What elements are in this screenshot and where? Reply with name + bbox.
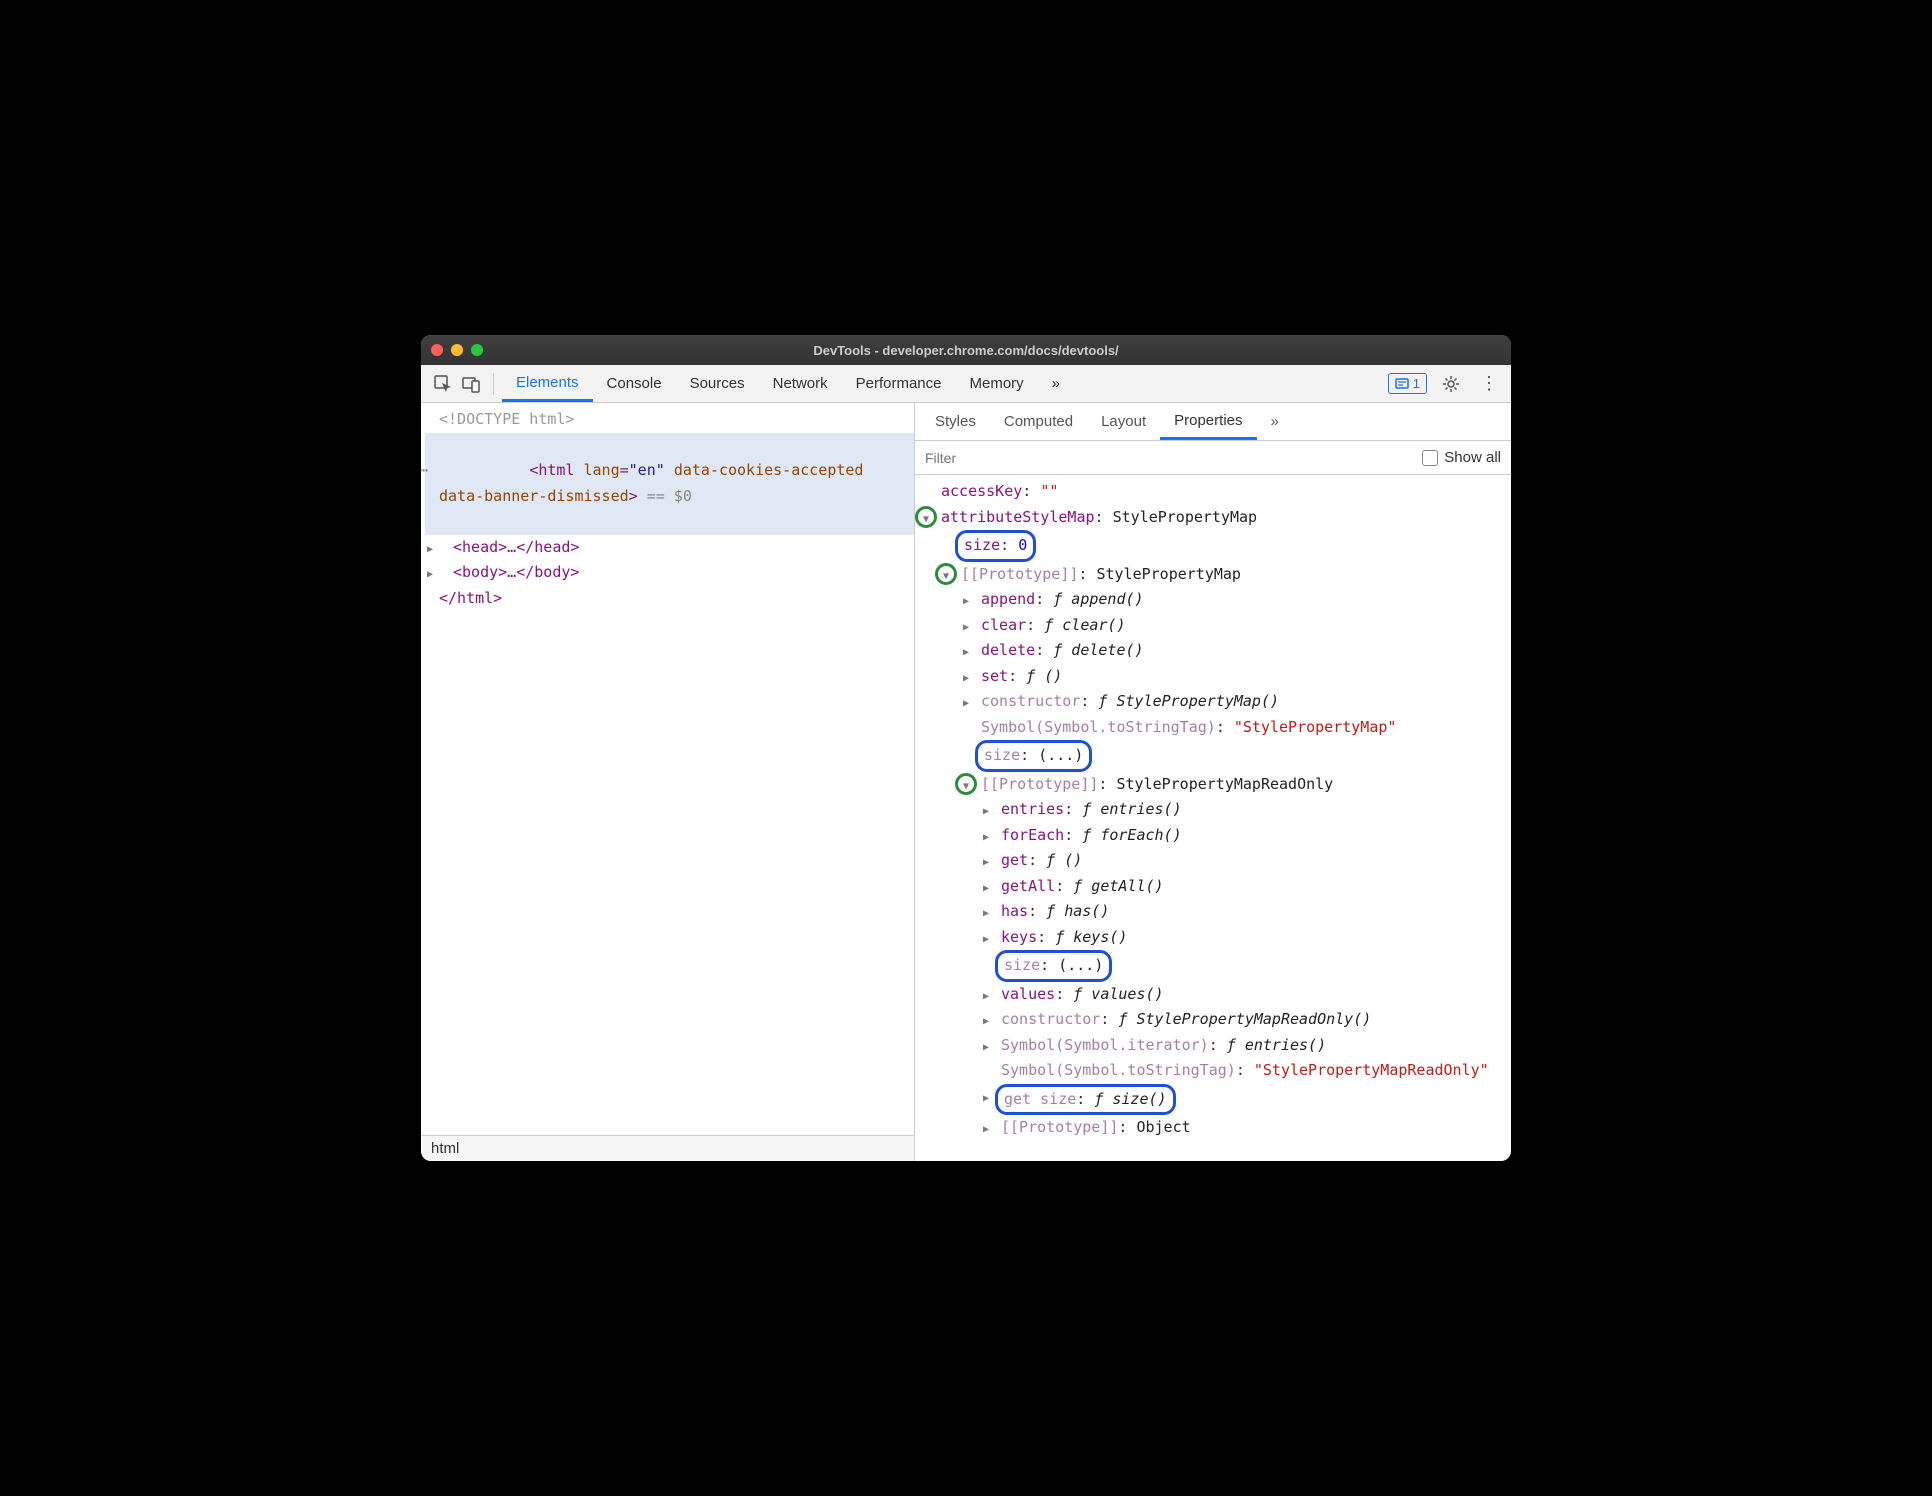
- chevron-right-icon[interactable]: [963, 644, 969, 661]
- tab-network[interactable]: Network: [759, 365, 842, 402]
- chevron-right-icon[interactable]: [983, 880, 989, 897]
- devtools-window: DevTools - developer.chrome.com/docs/dev…: [421, 335, 1511, 1161]
- dom-html-open[interactable]: ⋯<html lang="en" data-cookies-accepted d…: [425, 433, 914, 535]
- ellipsis-icon: ⋯: [421, 458, 428, 484]
- subtab-layout[interactable]: Layout: [1087, 403, 1160, 440]
- sidebar-tabs: Styles Computed Layout Properties »: [915, 403, 1511, 441]
- dom-body[interactable]: <body>…</body>: [425, 560, 914, 586]
- tab-memory[interactable]: Memory: [956, 365, 1038, 402]
- chevron-down-icon[interactable]: [943, 568, 949, 585]
- prop-prototype-3[interactable]: [[Prototype]]: Object: [915, 1115, 1511, 1141]
- breadcrumb[interactable]: html: [421, 1135, 914, 1161]
- chevron-right-icon[interactable]: [983, 829, 989, 846]
- prop-attributestylemap[interactable]: attributeStyleMap: StylePropertyMap: [915, 505, 1511, 531]
- prop-accesskey[interactable]: accessKey: "": [915, 479, 1511, 505]
- kebab-menu-icon[interactable]: ⋮: [1475, 370, 1503, 398]
- prop-getall[interactable]: getAll: ƒ getAll(): [915, 874, 1511, 900]
- titlebar: DevTools - developer.chrome.com/docs/dev…: [421, 335, 1511, 365]
- prop-constructor-2[interactable]: constructor: ƒ StylePropertyMapReadOnly(…: [915, 1007, 1511, 1033]
- checkbox-icon[interactable]: [1422, 450, 1438, 466]
- chevron-right-icon[interactable]: [983, 854, 989, 871]
- chevron-down-icon[interactable]: [923, 511, 929, 528]
- subtabs-overflow[interactable]: »: [1257, 403, 1293, 440]
- panel-tabs: Elements Console Sources Network Perform…: [502, 365, 1074, 402]
- filter-input[interactable]: [925, 450, 1412, 466]
- prop-append[interactable]: append: ƒ append(): [915, 587, 1511, 613]
- tab-sources[interactable]: Sources: [676, 365, 759, 402]
- filter-bar: Show all: [915, 441, 1511, 475]
- dom-tree[interactable]: <!DOCTYPE html> ⋯<html lang="en" data-co…: [421, 403, 914, 1135]
- issues-badge[interactable]: 1: [1388, 373, 1427, 394]
- annotation-pill: size: (...): [995, 950, 1112, 982]
- tab-performance[interactable]: Performance: [842, 365, 956, 402]
- toolbar-right: 1 ⋮: [1388, 370, 1503, 398]
- window-title: DevTools - developer.chrome.com/docs/dev…: [421, 343, 1511, 358]
- content-area: <!DOCTYPE html> ⋯<html lang="en" data-co…: [421, 403, 1511, 1161]
- prop-size-getter-2[interactable]: size: (...): [915, 950, 1511, 982]
- prop-prototype-1[interactable]: [[Prototype]]: StylePropertyMap: [915, 562, 1511, 588]
- elements-pane: <!DOCTYPE html> ⋯<html lang="en" data-co…: [421, 403, 915, 1161]
- chevron-right-icon[interactable]: [963, 695, 969, 712]
- device-toolbar-icon[interactable]: [457, 370, 485, 398]
- chevron-right-icon[interactable]: [983, 1013, 989, 1030]
- chevron-right-icon[interactable]: [983, 1121, 989, 1138]
- issues-icon: [1395, 377, 1409, 391]
- chevron-right-icon[interactable]: [983, 988, 989, 1005]
- subtab-properties[interactable]: Properties: [1160, 403, 1256, 440]
- dom-head[interactable]: <head>…</head>: [425, 535, 914, 561]
- tab-console[interactable]: Console: [593, 365, 676, 402]
- prop-entries[interactable]: entries: ƒ entries(): [915, 797, 1511, 823]
- prop-symbol-iterator[interactable]: Symbol(Symbol.iterator): ƒ entries(): [915, 1033, 1511, 1059]
- prop-keys[interactable]: keys: ƒ keys(): [915, 925, 1511, 951]
- prop-get-size[interactable]: get size: ƒ size(): [915, 1084, 1511, 1116]
- sidebar-pane: Styles Computed Layout Properties » Show…: [915, 403, 1511, 1161]
- separator: [493, 373, 494, 395]
- subtab-computed[interactable]: Computed: [990, 403, 1087, 440]
- prop-foreach[interactable]: forEach: ƒ forEach(): [915, 823, 1511, 849]
- annotation-pill: get size: ƒ size(): [995, 1084, 1176, 1116]
- prop-clear[interactable]: clear: ƒ clear(): [915, 613, 1511, 639]
- show-all-label: Show all: [1444, 449, 1501, 466]
- chevron-right-icon[interactable]: [963, 670, 969, 687]
- chevron-right-icon[interactable]: [983, 931, 989, 948]
- properties-tree[interactable]: accessKey: "" attributeStyleMap: StylePr…: [915, 475, 1511, 1161]
- annotation-pill: size: 0: [955, 530, 1036, 562]
- chevron-right-icon[interactable]: [963, 619, 969, 636]
- main-toolbar: Elements Console Sources Network Perform…: [421, 365, 1511, 403]
- tabs-overflow[interactable]: »: [1038, 365, 1074, 402]
- prop-set[interactable]: set: ƒ (): [915, 664, 1511, 690]
- issues-count: 1: [1413, 376, 1420, 391]
- inspect-element-icon[interactable]: [429, 370, 457, 398]
- prop-symbol-tostringtag-2[interactable]: Symbol(Symbol.toStringTag): "StyleProper…: [915, 1058, 1511, 1084]
- chevron-right-icon[interactable]: [983, 1090, 989, 1107]
- chevron-right-icon[interactable]: [983, 803, 989, 820]
- chevron-right-icon[interactable]: [963, 593, 969, 610]
- dom-html-close[interactable]: </html>: [425, 586, 914, 612]
- prop-has[interactable]: has: ƒ has(): [915, 899, 1511, 925]
- prop-size-getter-1[interactable]: size: (...): [915, 740, 1511, 772]
- annotation-pill: size: (...): [975, 740, 1092, 772]
- prop-get[interactable]: get: ƒ (): [915, 848, 1511, 874]
- prop-size[interactable]: size: 0: [915, 530, 1511, 562]
- prop-constructor-1[interactable]: constructor: ƒ StylePropertyMap(): [915, 689, 1511, 715]
- subtab-styles[interactable]: Styles: [921, 403, 990, 440]
- prop-symbol-tostringtag-1[interactable]: Symbol(Symbol.toStringTag): "StyleProper…: [915, 715, 1511, 741]
- chevron-right-icon[interactable]: [983, 905, 989, 922]
- prop-delete[interactable]: delete: ƒ delete(): [915, 638, 1511, 664]
- chevron-right-icon[interactable]: [983, 1039, 989, 1056]
- settings-icon[interactable]: [1437, 370, 1465, 398]
- dom-doctype[interactable]: <!DOCTYPE html>: [425, 407, 914, 433]
- tab-elements[interactable]: Elements: [502, 365, 593, 402]
- show-all-toggle[interactable]: Show all: [1422, 449, 1501, 466]
- prop-prototype-2[interactable]: [[Prototype]]: StylePropertyMapReadOnly: [915, 772, 1511, 798]
- prop-values[interactable]: values: ƒ values(): [915, 982, 1511, 1008]
- chevron-down-icon[interactable]: [963, 778, 969, 795]
